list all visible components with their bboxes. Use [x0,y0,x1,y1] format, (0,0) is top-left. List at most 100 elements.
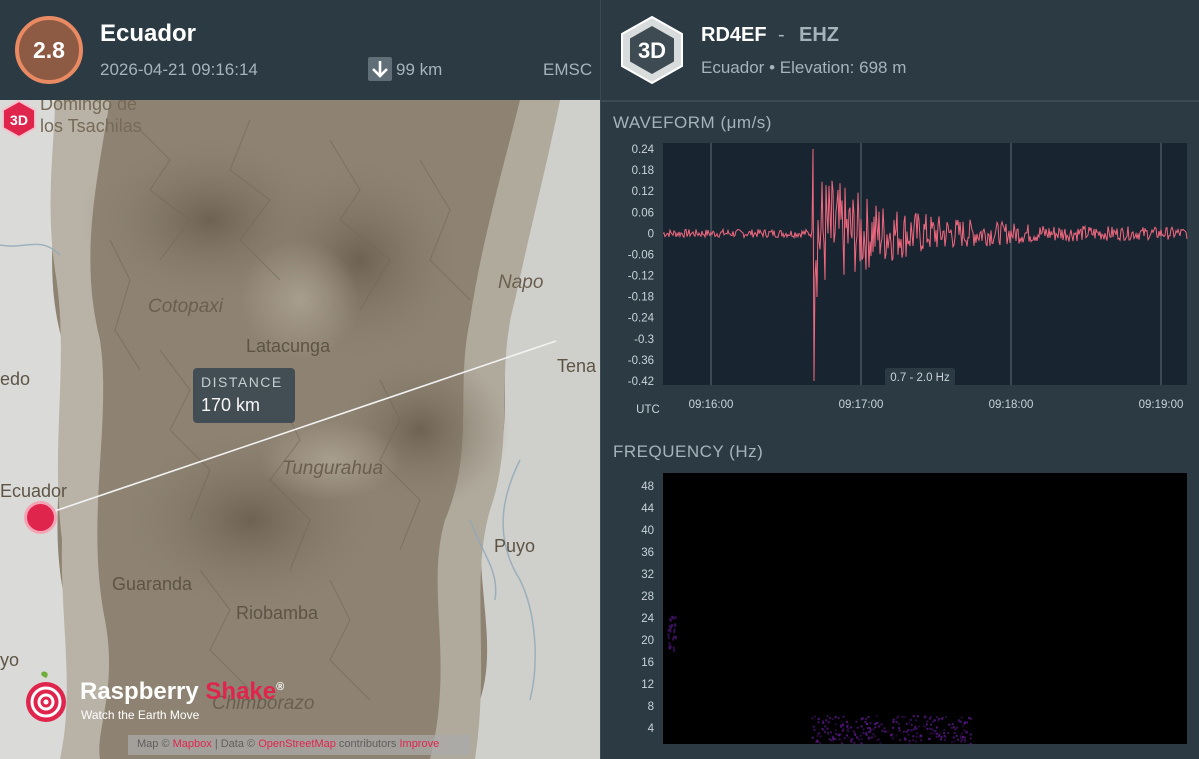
spectrogram-cell [867,716,870,719]
spectrogram-cell [929,727,932,730]
spectrogram-cell [919,734,922,737]
spectrogram-cell [908,743,911,745]
spectrogram-cell [924,725,927,728]
spectrogram-cell [912,739,914,742]
waveform-title: WAVEFORM (μm/s) [613,113,772,133]
spectrogram-cell [883,730,886,733]
spectrogram-cell [830,739,832,742]
spectrogram-cell [958,719,960,722]
spectrogram-chart[interactable]: 48 44 40 36 32 28 24 20 16 12 8 4 [601,470,1199,759]
spectrogram-cell [915,735,918,738]
spectrogram-cell [939,738,942,741]
raspberry-shake-logo[interactable]: Raspberry Shake® Watch the Earth Move [24,670,324,724]
spectrogram-cell [845,721,848,724]
spectrogram-cell [897,715,900,718]
spectrogram-cell [819,741,822,744]
spectrogram-cell [950,741,953,744]
spectrogram-y-ticks: 48 44 40 36 32 28 24 20 16 12 8 4 [641,481,654,735]
spectrogram-cell [865,733,868,736]
spectrogram-cell [895,721,898,723]
spectrogram-cell [870,736,873,739]
frequency-title-text: FREQUENCY [613,442,724,461]
spectrogram-cell [915,732,918,735]
spectrogram-cell [961,725,964,728]
spectrogram-cell [934,730,937,733]
spectrogram-y-tick: 24 [641,613,654,625]
spectrogram-y-tick: 16 [641,657,654,669]
attribution-improve-link[interactable]: Improve [399,738,439,750]
spectrogram-cell [859,734,862,737]
spectrogram-cell [832,739,834,742]
waveform-y-tick: 0.24 [632,144,655,156]
map-label-ecuador: Ecuador [0,481,68,501]
spectrogram-cell [669,618,672,622]
spectrogram-cell [821,720,824,723]
spectrogram-cell [832,738,835,740]
spectrogram-cell [908,740,911,742]
spectrogram-cell [869,728,872,731]
spectrogram-cell [865,717,867,720]
spectrogram-cell [850,738,853,741]
event-datetime: 2026-04-21 09:16:14 [100,60,258,79]
spectrogram-cell [961,738,964,741]
spectrogram-cell [875,715,878,718]
spectrogram-cell [841,721,844,724]
waveform-unit: (μm/s) [720,113,772,132]
spectrogram-cell [860,742,863,745]
spectrogram-cell [927,738,930,741]
spectrogram-cell [675,635,677,639]
station-badge-text: 3D [638,38,666,63]
waveform-y-tick: -0.36 [628,355,654,367]
attribution-mapbox-link[interactable]: Mapbox [173,738,212,750]
frequency-title: FREQUENCY (Hz) [613,442,763,462]
map-label-latacunga: Latacunga [246,336,331,356]
spectrogram-cell [902,730,905,733]
spectrogram-cell [891,734,894,737]
spectrogram-cell [898,739,901,741]
brand-tagline: Watch the Earth Move [81,708,200,722]
spectrogram-cell [969,737,972,740]
distance-value: 170 km [201,395,261,415]
spectrogram-cell [939,732,941,735]
spectrogram-cell [948,723,951,726]
spectrogram-y-tick: 4 [648,723,655,735]
spectrogram-cell [954,728,957,731]
waveform-title-text: WAVEFORM [613,113,716,132]
map-attribution: Map © Mapbox | Data © OpenStreetMap cont… [128,735,470,755]
spectrogram-cell [812,725,815,728]
event-header[interactable]: 2.8 Ecuador 2026-04-21 09:16:14 99 km EM… [0,0,600,100]
spectrogram-cell [935,716,938,719]
brand-registered: ® [276,681,285,693]
waveform-x-tick: 09:16:00 [689,399,734,411]
spectrogram-cell [811,736,814,739]
spectrogram-cell [930,723,932,726]
spectrogram-cell [925,723,928,726]
spectrogram-cell [831,718,834,721]
spectrogram-cell [853,741,856,744]
spectrogram-cell [811,717,814,720]
spectrogram-cell [830,731,832,734]
map-label-guaranda: Guaranda [112,574,193,594]
station-map-marker[interactable]: 3D [0,100,38,138]
map-label-tena: Tena [557,356,597,376]
spectrogram-cell [951,723,954,726]
spectrogram-cell [813,715,816,718]
spectrogram-cell [834,716,837,718]
epicenter-marker[interactable] [24,501,57,534]
spectrogram-cell [950,726,953,729]
spectrogram-cell [892,726,895,729]
spectrogram-cell [883,727,886,730]
spectrogram-cell [898,727,901,729]
attribution-osm-link[interactable]: OpenStreetMap [258,738,336,750]
spectrogram-cell [909,718,912,721]
station-separator: - [778,24,785,46]
spectrogram-cell [673,630,676,634]
map-view[interactable]: Domingo de los Tsachilas Napo Cotopaxi L… [0,100,600,759]
spectrogram-cell [874,726,877,729]
spectrogram-cell [881,730,884,733]
brand-name-raspberry: Raspberry [80,678,199,705]
waveform-y-tick: -0.06 [628,249,654,261]
spectrogram-cell [845,734,848,737]
spectrogram-cell [966,721,969,724]
waveform-chart[interactable]: 0.24 0.18 0.12 0.06 0 -0.06 -0.12 -0.18 -0.24 -0.… [601,140,1199,425]
